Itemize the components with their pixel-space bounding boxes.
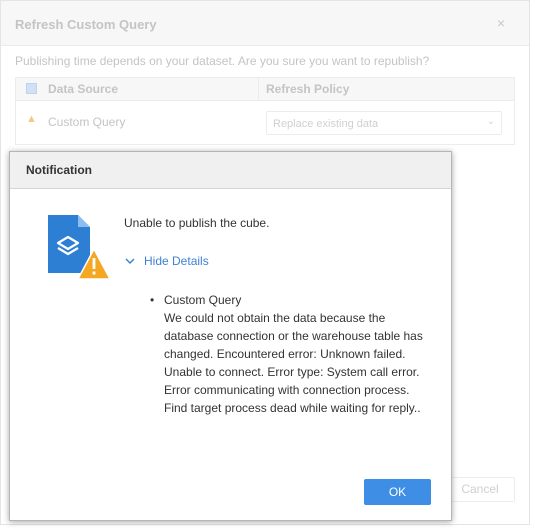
refresh-policy-value: Replace existing data: [273, 118, 379, 130]
dialog-subtitle: Publishing time depends on your dataset.…: [15, 54, 430, 68]
warning-icon: ▲: [26, 113, 37, 125]
dialog-header: Refresh Custom Query ×: [1, 1, 529, 46]
column-header-refresh-policy: Refresh Policy: [266, 82, 350, 96]
table-row: ▲ Custom Query Replace existing data ⌄: [16, 101, 514, 146]
cancel-button[interactable]: Cancel: [445, 477, 515, 502]
cube-file-warning-icon: [48, 215, 111, 280]
notification-dialog: Notification Unable to publish the cube.…: [9, 151, 452, 521]
dialog-title: Refresh Custom Query: [15, 17, 157, 32]
ok-button[interactable]: OK: [364, 479, 431, 505]
data-source-table: Data Source Refresh Policy ▲ Custom Quer…: [15, 77, 515, 145]
notification-title: Notification: [26, 163, 92, 177]
detail-source-name: Custom Query: [164, 293, 242, 307]
column-header-data-source: Data Source: [48, 82, 119, 96]
close-icon[interactable]: ×: [497, 15, 505, 31]
detail-error-text: We could not obtain the data because the…: [164, 311, 423, 415]
notification-header: Notification: [10, 152, 451, 189]
data-source-name: Custom Query: [48, 115, 126, 129]
chevron-down-icon: ⌄: [486, 116, 495, 127]
hide-details-label: Hide Details: [144, 254, 209, 268]
refresh-policy-select[interactable]: Replace existing data ⌄: [266, 111, 502, 135]
list-item: • Custom Query We could not obtain the d…: [148, 291, 428, 417]
column-divider: [258, 78, 259, 100]
bullet: •: [150, 293, 155, 307]
error-details-list: • Custom Query We could not obtain the d…: [148, 291, 428, 417]
table-header: Data Source Refresh Policy: [16, 78, 514, 101]
chevron-down-icon: [125, 258, 135, 265]
error-message: Unable to publish the cube.: [124, 216, 270, 230]
hide-details-toggle[interactable]: Hide Details: [124, 253, 209, 269]
select-all-checkbox[interactable]: [26, 83, 37, 94]
